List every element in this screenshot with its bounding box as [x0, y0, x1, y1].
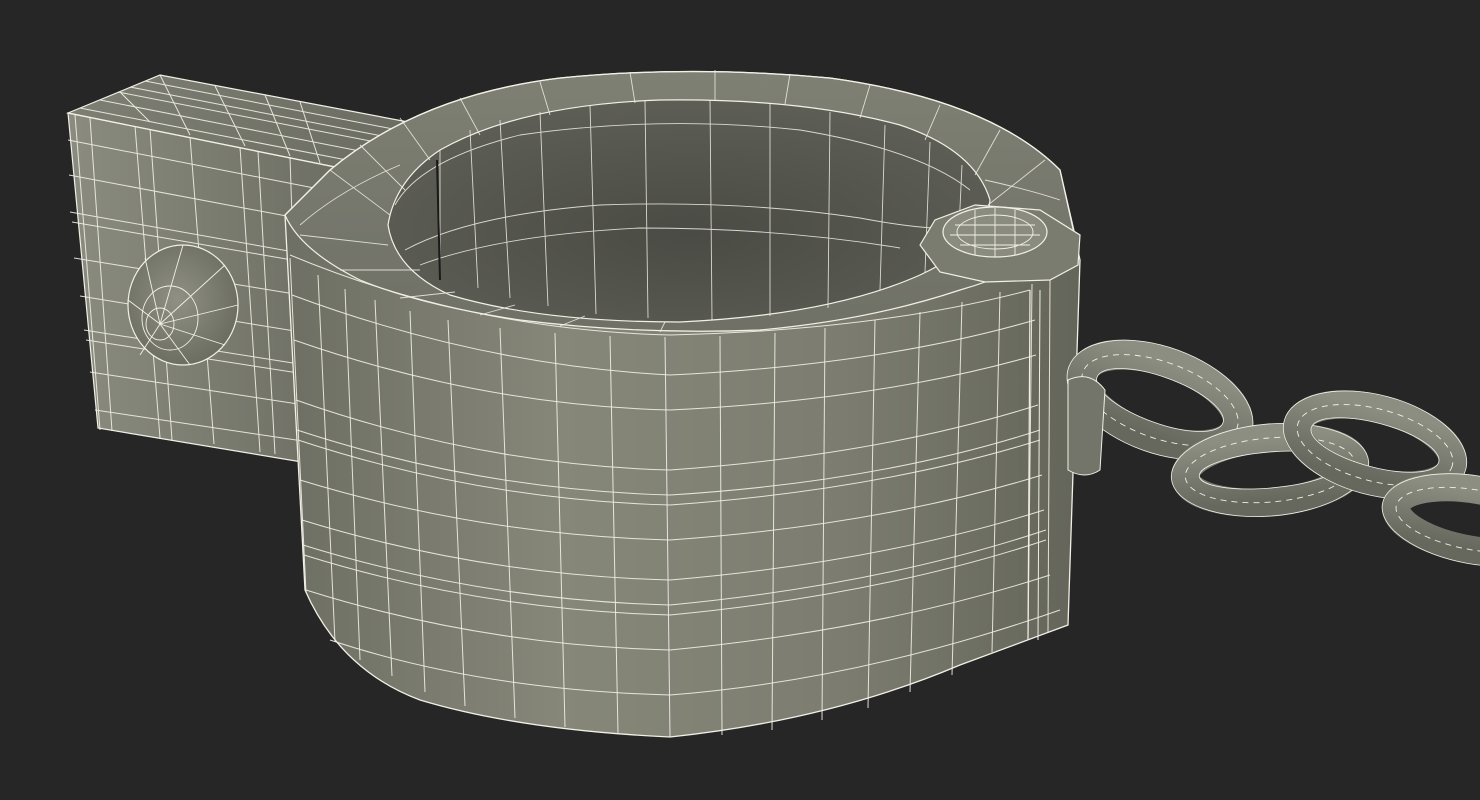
render-viewport — [0, 0, 1480, 800]
hinge-knob — [127, 244, 239, 366]
chain — [1066, 339, 1480, 567]
shackle-wireframe-render — [65, 70, 1480, 738]
cuff-ring — [284, 70, 1081, 738]
